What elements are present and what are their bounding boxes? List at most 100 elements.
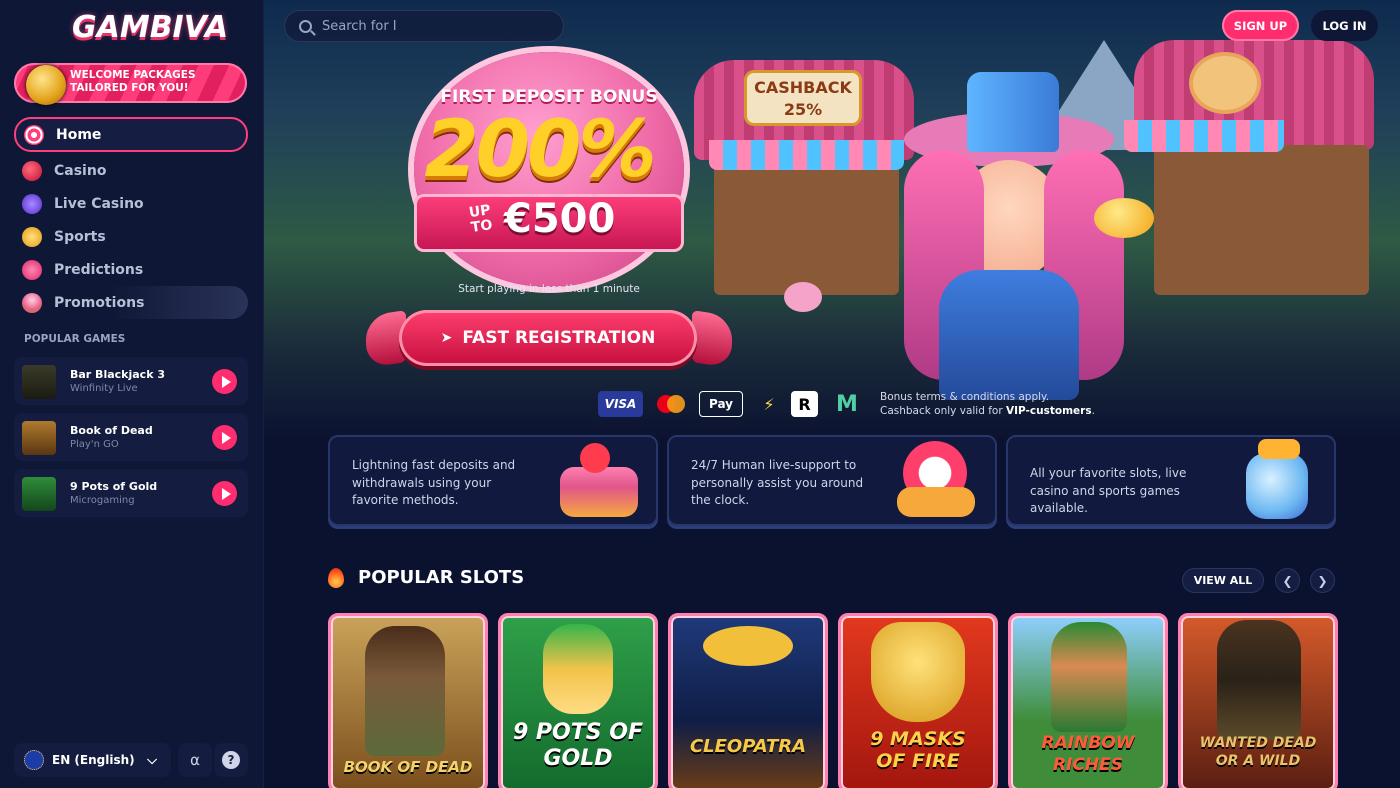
view-all-button[interactable]: VIEW ALL: [1182, 568, 1264, 593]
game-name: 9 Pots of Gold: [70, 480, 158, 493]
terms-line-2: Cashback only valid for VIP-customers.: [880, 404, 1095, 418]
terms-suffix: .: [1091, 405, 1095, 417]
visa-icon: VISA: [598, 391, 643, 417]
slot-character: [1051, 622, 1127, 732]
feature-text: 24/7 Human live-support to personally as…: [691, 458, 864, 507]
nav-label-home: Home: [56, 126, 102, 143]
welcome-packages-banner[interactable]: WELCOME PACKAGES TAILORED FOR YOU!: [14, 63, 247, 105]
nav-item-promotions[interactable]: Promotions: [14, 286, 248, 319]
feature-text: All your favorite slots, live casino and…: [1030, 466, 1187, 515]
fast-registration-button[interactable]: ➤ FAST REGISTRATION: [399, 310, 697, 366]
nav-item-predictions[interactable]: Predictions: [14, 253, 248, 286]
chevron-down-icon: ⌵: [147, 753, 157, 768]
popular-game-card[interactable]: Book of Dead Play'n GO: [14, 413, 248, 461]
search-placeholder: Search for I: [322, 18, 397, 34]
nav-item-casino[interactable]: Casino: [14, 154, 248, 187]
terms-line-1: Bonus terms & conditions apply.: [880, 391, 1050, 403]
slot-tile[interactable]: CLEOPATRA: [668, 613, 828, 788]
language-selector[interactable]: EN (English) ⌵: [14, 743, 171, 777]
next-arrow-button[interactable]: ❯: [1310, 568, 1335, 593]
eye-of-horus-icon: [703, 626, 793, 666]
game-provider: Microgaming: [70, 495, 135, 506]
feature-card: Lightning fast deposits and withdrawals …: [328, 435, 658, 526]
witch-hat: [967, 72, 1059, 152]
lightning-icon: ➤: [440, 330, 453, 346]
nav-label-sports: Sports: [54, 228, 106, 245]
nav-item-live-casino[interactable]: Live Casino: [14, 187, 248, 220]
cherry-icon: [22, 160, 42, 181]
nav-item-home[interactable]: Home: [14, 117, 248, 152]
nav-label-promotions: Promotions: [54, 294, 145, 311]
sign-up-button[interactable]: SIGN UP: [1222, 10, 1299, 41]
bonus-amount: 200%: [424, 105, 657, 195]
star-chip-icon: [22, 193, 42, 214]
main-content: CASHBACK 25% Search for I SIGN UP LOG IN…: [264, 0, 1400, 788]
sidebar: GAMBIVA WELCOME PACKAGES TAILORED FOR YO…: [0, 0, 264, 788]
awning: [709, 140, 904, 170]
cupcake-icon: [22, 292, 42, 313]
play-button[interactable]: [212, 425, 237, 450]
log-in-button[interactable]: LOG IN: [1311, 10, 1378, 41]
slot-title: BOOK OF DEAD: [343, 758, 473, 776]
slot-tile[interactable]: BOOK OF DEAD: [328, 613, 488, 788]
popular-game-card[interactable]: 9 Pots of Gold Microgaming: [14, 469, 248, 517]
character-dress: [939, 270, 1079, 400]
support-headset-button[interactable]: ⍺: [178, 743, 212, 777]
fire-icon: [328, 567, 344, 588]
slot-tile[interactable]: 9 MASKS OF FIRE: [838, 613, 998, 788]
bonus-max: €500: [504, 196, 616, 242]
slot-tile[interactable]: WANTED DEAD OR A WILD: [1178, 613, 1338, 788]
game-name: Bar Blackjack 3: [70, 368, 165, 381]
gambiva-logo[interactable]: GAMBIVA: [72, 10, 228, 45]
play-button[interactable]: [212, 369, 237, 394]
feature-card: All your favorite slots, live casino and…: [1006, 435, 1336, 526]
popular-game-card[interactable]: Bar Blackjack 3 Winfinity Live: [14, 357, 248, 405]
prev-arrow-button[interactable]: ❮: [1275, 568, 1300, 593]
play-button[interactable]: [212, 481, 237, 506]
nav-label-predictions: Predictions: [54, 261, 144, 278]
bonus-subtitle: Start playing in less than 1 minute: [458, 283, 640, 295]
slot-tile[interactable]: 9 POTS OF GOLD: [498, 613, 658, 788]
slot-character: [543, 624, 613, 714]
nav-label-live-casino: Live Casino: [54, 195, 144, 212]
chevron-right-icon: ❯: [1317, 573, 1328, 588]
slot-character: [1217, 620, 1301, 740]
swirl-lollipop-icon: [24, 124, 44, 145]
cookie-heart-sign: [1189, 52, 1261, 114]
slot-tile[interactable]: RAINBOW RICHES: [1008, 613, 1168, 788]
popular-slots-heading: POPULAR SLOTS: [328, 567, 524, 588]
language-label: EN (English): [52, 753, 135, 767]
cashback-sign: CASHBACK 25%: [744, 70, 862, 126]
apple-pay-icon: Pay: [699, 391, 743, 417]
coin-icon: [26, 65, 66, 105]
eu-flag-icon: [24, 750, 44, 770]
help-button[interactable]: ?: [214, 743, 248, 777]
candy-jar-icon: [1228, 437, 1318, 523]
chart-up-icon: [22, 259, 42, 280]
instant-bank-icon: ⚡: [763, 394, 775, 414]
slot-title: WANTED DEAD OR A WILD: [1199, 735, 1317, 769]
awning: [1124, 120, 1284, 152]
main-nav: Home Casino Live Casino Sports Predictio…: [14, 117, 248, 319]
revolut-icon: R: [791, 391, 818, 417]
bonus-upto: UP TO: [467, 202, 494, 236]
slot-title: CLEOPATRA: [689, 736, 807, 757]
nav-item-sports[interactable]: Sports: [14, 220, 248, 253]
bonus-terms: Bonus terms & conditions apply. Cashback…: [880, 390, 1095, 418]
mifinity-icon: M: [836, 391, 858, 417]
headset-icon: ⍺: [190, 751, 200, 769]
trophy-icon: [22, 226, 42, 247]
lollipop-shape: [784, 282, 822, 312]
search-input[interactable]: Search for I: [284, 10, 564, 42]
candy-house-right: [1154, 145, 1369, 295]
game-provider: Winfinity Live: [70, 383, 138, 394]
terms-prefix: Cashback only valid for: [880, 405, 1006, 417]
popular-slots-title: POPULAR SLOTS: [358, 567, 525, 588]
game-thumbnail: [22, 421, 56, 455]
feature-text: Lightning fast deposits and withdrawals …: [352, 458, 516, 507]
fast-registration-label: FAST REGISTRATION: [462, 328, 656, 348]
promo-banner-text: WELCOME PACKAGES TAILORED FOR YOU!: [70, 69, 196, 94]
slot-title: RAINBOW RICHES: [1041, 733, 1135, 775]
chevron-left-icon: ❮: [1282, 573, 1293, 588]
search-icon: [299, 19, 312, 33]
